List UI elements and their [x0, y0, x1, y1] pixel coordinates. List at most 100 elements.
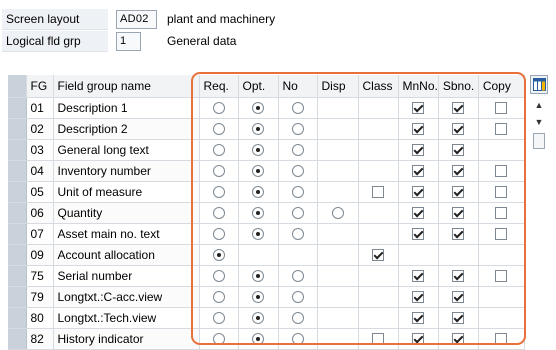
scrollbar-thumb[interactable]	[533, 133, 545, 149]
screen-layout-field[interactable]: AD02	[116, 10, 157, 29]
sbno-checkbox[interactable]	[452, 312, 465, 325]
req-radio[interactable]	[212, 186, 225, 199]
req-radio[interactable]	[212, 144, 225, 157]
col-fg-header[interactable]: FG	[26, 75, 54, 98]
opt-radio[interactable]	[252, 123, 264, 136]
no-radio[interactable]	[291, 291, 304, 304]
no-radio[interactable]	[291, 102, 304, 115]
row-selector[interactable]	[8, 223, 27, 245]
mnno-checkbox[interactable]	[412, 333, 425, 346]
copy-checkbox[interactable]	[495, 102, 508, 115]
mnno-checkbox[interactable]	[412, 270, 425, 283]
no-radio[interactable]	[291, 333, 304, 346]
no-radio[interactable]	[291, 207, 304, 220]
sbno-checkbox[interactable]	[452, 291, 465, 304]
req-radio[interactable]	[212, 312, 225, 325]
req-radio[interactable]	[212, 228, 225, 241]
req-radio[interactable]	[212, 207, 225, 220]
no-radio[interactable]	[291, 186, 304, 199]
req-radio[interactable]	[212, 333, 225, 346]
req-radio[interactable]	[212, 270, 225, 283]
row-selector[interactable]	[8, 202, 27, 224]
col-copy-header[interactable]: Copy	[478, 75, 525, 98]
copy-checkbox[interactable]	[495, 207, 508, 220]
row-selector[interactable]	[8, 265, 27, 287]
sbno-checkbox[interactable]	[452, 228, 465, 241]
mnno-checkbox[interactable]	[412, 228, 425, 241]
mnno-checkbox[interactable]	[412, 186, 425, 199]
mnno-checkbox[interactable]	[412, 312, 425, 325]
row-selector[interactable]	[8, 181, 27, 203]
opt-radio[interactable]	[252, 270, 264, 283]
req-radio[interactable]	[212, 165, 225, 178]
mnno-checkbox[interactable]	[412, 102, 425, 115]
copy-checkbox[interactable]	[495, 186, 508, 199]
no-radio[interactable]	[291, 312, 304, 325]
col-sbno-header[interactable]: Sbno.	[438, 75, 479, 98]
row-selector[interactable]	[8, 160, 27, 182]
row-selector[interactable]	[8, 307, 27, 329]
req-radio[interactable]	[212, 249, 225, 262]
class-checkbox[interactable]	[372, 333, 384, 346]
row-selector[interactable]	[8, 97, 27, 119]
class-cell	[358, 118, 399, 140]
copy-checkbox[interactable]	[495, 228, 508, 241]
sbno-checkbox[interactable]	[452, 102, 465, 115]
sbno-checkbox[interactable]	[452, 144, 465, 157]
col-field-group-name-header[interactable]: Field group name	[53, 75, 200, 98]
scroll-down-icon[interactable]: ▼	[533, 117, 545, 127]
no-radio[interactable]	[291, 165, 304, 178]
no-radio[interactable]	[291, 270, 304, 283]
table-settings-icon[interactable]	[530, 75, 548, 94]
sbno-checkbox[interactable]	[452, 123, 465, 136]
mnno-checkbox[interactable]	[412, 123, 425, 136]
copy-checkbox[interactable]	[495, 165, 508, 178]
opt-radio[interactable]	[252, 228, 264, 241]
mnno-checkbox[interactable]	[412, 207, 425, 220]
col-no-header[interactable]: No	[278, 75, 318, 98]
scroll-up-icon[interactable]: ▲	[533, 100, 545, 110]
sbno-checkbox[interactable]	[452, 165, 465, 178]
disp-radio[interactable]	[331, 207, 344, 220]
row-selector[interactable]	[8, 328, 27, 350]
no-radio[interactable]	[291, 144, 304, 157]
opt-radio[interactable]	[252, 291, 264, 304]
no-radio[interactable]	[291, 228, 304, 241]
opt-radio[interactable]	[252, 102, 264, 115]
opt-radio[interactable]	[252, 144, 264, 157]
sbno-checkbox[interactable]	[452, 333, 465, 346]
copy-checkbox[interactable]	[495, 270, 508, 283]
opt-cell	[238, 202, 279, 224]
col-mnno-header[interactable]: MnNo.	[398, 75, 439, 98]
opt-radio[interactable]	[252, 333, 264, 346]
row-selector[interactable]	[8, 118, 27, 140]
select-all-header[interactable]	[8, 75, 27, 98]
copy-checkbox[interactable]	[495, 333, 508, 346]
req-radio[interactable]	[212, 123, 225, 136]
class-checkbox[interactable]	[372, 249, 384, 262]
sbno-checkbox[interactable]	[452, 186, 465, 199]
req-radio[interactable]	[212, 102, 225, 115]
class-checkbox[interactable]	[372, 186, 384, 199]
opt-radio[interactable]	[252, 207, 264, 220]
sbno-checkbox[interactable]	[452, 207, 465, 220]
col-disp-header[interactable]: Disp	[317, 75, 359, 98]
req-radio[interactable]	[212, 291, 225, 304]
copy-checkbox[interactable]	[495, 123, 508, 136]
opt-radio[interactable]	[252, 186, 264, 199]
no-radio[interactable]	[291, 123, 304, 136]
col-req-header[interactable]: Req.	[199, 75, 239, 98]
field-group-name-cell: Description 1	[53, 97, 200, 119]
mnno-checkbox[interactable]	[412, 144, 425, 157]
mnno-checkbox[interactable]	[412, 165, 425, 178]
sbno-checkbox[interactable]	[452, 270, 465, 283]
col-opt-header[interactable]: Opt.	[238, 75, 279, 98]
opt-radio[interactable]	[252, 312, 264, 325]
row-selector[interactable]	[8, 244, 27, 266]
row-selector[interactable]	[8, 286, 27, 308]
col-class-header[interactable]: Class	[358, 75, 399, 98]
mnno-checkbox[interactable]	[412, 291, 425, 304]
row-selector[interactable]	[8, 139, 27, 161]
opt-radio[interactable]	[252, 165, 264, 178]
logical-fld-grp-field[interactable]: 1	[116, 32, 141, 51]
